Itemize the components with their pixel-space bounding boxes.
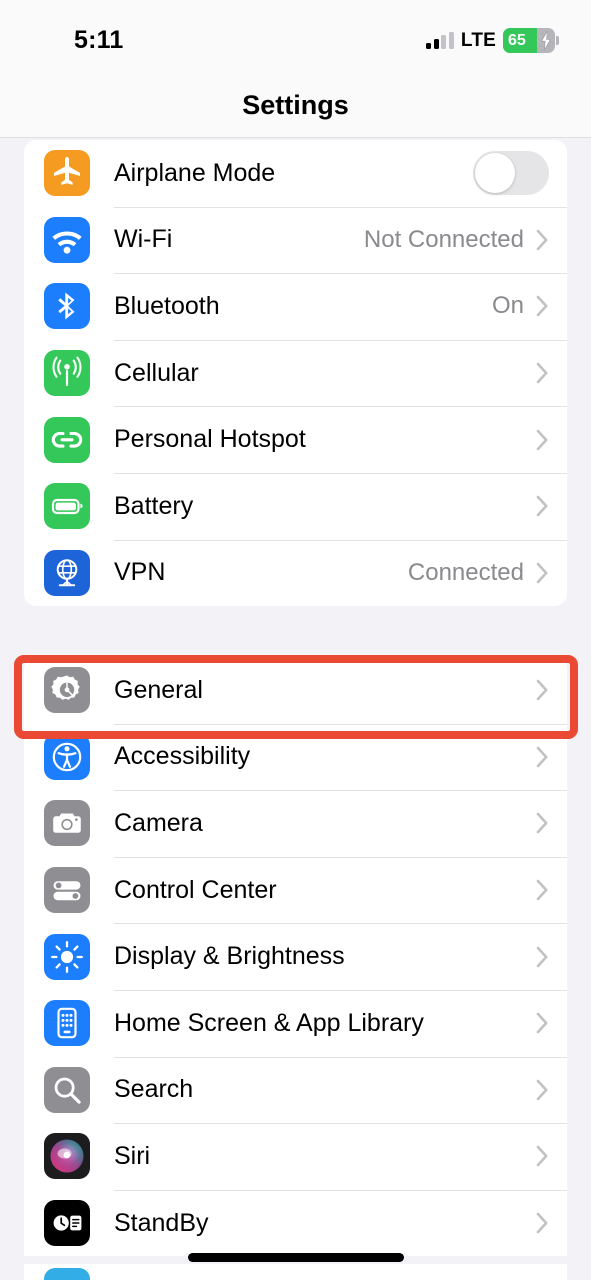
settings-row-camera[interactable]: Camera xyxy=(24,790,567,857)
settings-row-label: Accessibility xyxy=(114,742,251,771)
settings-row-label: StandBy xyxy=(114,1208,209,1237)
chevron-right-icon xyxy=(536,495,549,517)
chevron-right-icon xyxy=(536,429,549,451)
control-center-icon xyxy=(44,867,90,914)
battery-icon xyxy=(44,483,90,530)
chevron-right-icon xyxy=(536,1012,549,1034)
siri-orb-icon xyxy=(44,1133,90,1180)
settings-group-system: General Accessibility Camera Control Center… xyxy=(24,657,567,1257)
settings-row-battery[interactable]: Battery xyxy=(24,472,567,540)
settings-row-bluetooth[interactable]: Bluetooth On xyxy=(24,273,567,340)
partial-app-icon xyxy=(44,1268,90,1280)
chevron-right-icon xyxy=(536,946,549,968)
standby-icon xyxy=(44,1200,90,1247)
status-time: 5:11 xyxy=(74,26,124,54)
settings-row-cellular[interactable]: Cellular xyxy=(24,339,567,407)
wifi-icon xyxy=(44,216,90,263)
airplane-icon xyxy=(44,150,90,197)
cellular-antenna-icon xyxy=(44,350,90,397)
navigation-bar: Settings xyxy=(0,74,591,138)
brightness-sun-icon xyxy=(44,933,90,980)
home-screen-icon xyxy=(44,1000,90,1047)
settings-row-label: Camera xyxy=(114,808,203,837)
settings-row-display-brightness[interactable]: Display & Brightness xyxy=(24,923,567,990)
vpn-globe-icon xyxy=(44,549,90,596)
settings-row-label: Battery xyxy=(114,491,194,520)
bluetooth-icon xyxy=(44,283,90,330)
settings-row-label: Display & Brightness xyxy=(114,942,345,971)
settings-row-accessibility[interactable]: Accessibility xyxy=(24,723,567,791)
settings-row-label: Control Center xyxy=(114,875,277,904)
chevron-right-icon xyxy=(536,362,549,384)
settings-row-label: Airplane Mode xyxy=(114,158,276,187)
chevron-right-icon xyxy=(536,679,549,701)
airplane-mode-toggle[interactable] xyxy=(473,151,549,196)
accessibility-icon xyxy=(44,733,90,780)
chevron-right-icon xyxy=(536,812,549,834)
settings-screen: 5:11 LTE 65 Settings Airplane Mode Wi-Fi N… xyxy=(0,0,591,1280)
settings-row-personal-hotspot[interactable]: Personal Hotspot xyxy=(24,406,567,473)
settings-row-airplane-mode[interactable]: Airplane Mode xyxy=(24,140,567,207)
chevron-right-icon xyxy=(536,1145,549,1167)
settings-row-label: Cellular xyxy=(114,358,199,387)
settings-row-vpn[interactable]: VPN Connected xyxy=(24,539,567,607)
partial-list-item[interactable] xyxy=(24,1264,567,1280)
status-indicators: LTE 65 xyxy=(426,28,559,53)
chevron-right-icon xyxy=(536,746,549,768)
camera-icon xyxy=(44,800,90,847)
settings-row-label: VPN xyxy=(114,558,166,587)
settings-row-standby[interactable]: StandBy xyxy=(24,1189,567,1257)
battery-status-icon: 65 xyxy=(503,28,559,53)
settings-row-home-screen-app-library[interactable]: Home Screen & App Library xyxy=(24,989,567,1057)
settings-row-search[interactable]: Search xyxy=(24,1056,567,1124)
search-icon xyxy=(44,1066,90,1113)
home-indicator[interactable] xyxy=(187,1253,404,1262)
chevron-right-icon xyxy=(536,1212,549,1234)
settings-row-wi-fi[interactable]: Wi-Fi Not Connected xyxy=(24,206,567,274)
chevron-right-icon xyxy=(536,562,549,584)
toggle-knob xyxy=(475,153,515,194)
settings-row-label: General xyxy=(114,675,203,704)
network-type-label: LTE xyxy=(460,29,496,51)
settings-row-value: Connected xyxy=(407,558,524,586)
gear-icon xyxy=(44,667,90,714)
chevron-right-icon xyxy=(536,1079,549,1101)
settings-row-value: On xyxy=(491,292,524,320)
settings-row-value: Not Connected xyxy=(363,225,524,253)
settings-row-siri[interactable]: Siri xyxy=(24,1123,567,1190)
settings-row-label: Personal Hotspot xyxy=(114,425,306,454)
charging-bolt-icon xyxy=(541,31,551,50)
page-title: Settings xyxy=(242,90,349,120)
settings-row-control-center[interactable]: Control Center xyxy=(24,856,567,924)
status-bar: 5:11 LTE 65 xyxy=(0,0,591,74)
settings-row-general[interactable]: General xyxy=(24,657,567,724)
settings-group-connectivity: Airplane Mode Wi-Fi Not Connected Bluetooth… xyxy=(24,140,567,607)
chevron-right-icon xyxy=(536,879,549,901)
settings-row-label: Search xyxy=(114,1075,194,1104)
chevron-right-icon xyxy=(536,229,549,251)
settings-row-label: Wi-Fi xyxy=(114,225,173,254)
chevron-right-icon xyxy=(536,295,549,317)
cellular-signal-icon xyxy=(426,32,454,49)
settings-row-label: Bluetooth xyxy=(114,291,220,320)
settings-row-label: Siri xyxy=(114,1141,151,1170)
hotspot-link-icon xyxy=(44,416,90,463)
settings-row-label: Home Screen & App Library xyxy=(114,1008,424,1037)
